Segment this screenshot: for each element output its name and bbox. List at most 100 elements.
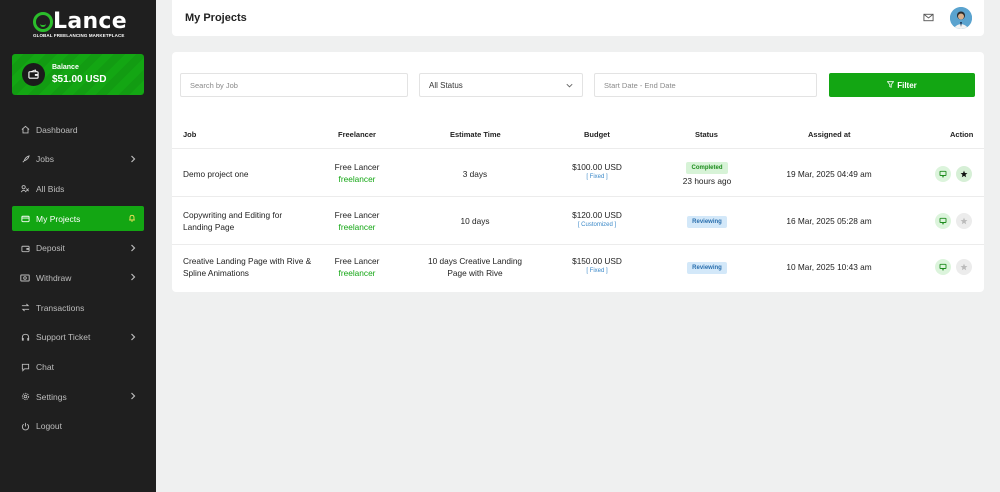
sidebar-item-deposit[interactable]: Deposit (12, 236, 144, 261)
assigned-at: 10 Mar, 2025 10:43 am (786, 262, 872, 272)
sidebar-item-jobs[interactable]: Jobs (12, 147, 144, 172)
budget-type: [ Customized ] (577, 222, 617, 228)
table-row: Demo project one Free Lancer freelancer … (172, 150, 984, 197)
filter-button[interactable]: Filter (829, 73, 975, 97)
chat-button[interactable] (935, 166, 951, 182)
budget-cell: $120.00 USD [ Customized ] (547, 209, 647, 229)
users-icon (20, 184, 30, 194)
freelancer-username[interactable]: freelancer (302, 267, 412, 279)
sidebar-item-label: Logout (36, 421, 62, 432)
headset-icon (20, 332, 30, 342)
chevron-down-icon (565, 81, 574, 92)
status-cell: Completed 23 hours ago (662, 160, 752, 187)
sidebar-item-settings[interactable]: Settings (12, 384, 144, 409)
review-button[interactable] (956, 213, 972, 229)
mail-icon[interactable] (923, 12, 935, 24)
review-button[interactable] (956, 166, 972, 182)
rocket-icon (20, 154, 30, 164)
sidebar-item-withdraw[interactable]: Withdraw (12, 265, 144, 290)
budget-cell: $150.00 USD [ Fixed ] (547, 255, 647, 275)
sidebar-item-label: Support Ticket (36, 332, 91, 343)
chevron-right-icon (130, 392, 136, 402)
column-header-estimate-time: Estimate Time (450, 130, 501, 139)
budget-cell: $100.00 USD [ Fixed ] (547, 161, 647, 181)
sidebar-item-chat[interactable]: Chat (12, 355, 144, 380)
wallet-icon (20, 243, 30, 253)
sidebar-item-label: Jobs (36, 154, 54, 165)
chevron-right-icon (130, 155, 136, 165)
chat-icon (20, 362, 30, 372)
star-icon (960, 170, 968, 178)
search-input[interactable] (180, 73, 408, 97)
sidebar-item-label: All Bids (36, 183, 65, 194)
sidebar-item-dashboard[interactable]: Dashboard (12, 117, 144, 142)
filter-button-label: Filter (897, 80, 917, 90)
budget-amount: $100.00 USD (572, 162, 622, 172)
sidebar-item-transactions[interactable]: Transactions (12, 295, 144, 320)
budget-type: [ Fixed ] (586, 268, 608, 274)
chevron-right-icon (130, 273, 136, 283)
status-select[interactable]: All Status (419, 73, 583, 97)
freelancer-username[interactable]: freelancer (302, 173, 412, 185)
message-icon (939, 263, 947, 271)
column-header-assigned-at: Assigned at (808, 130, 851, 139)
gear-icon (20, 392, 30, 402)
date-range-input[interactable] (594, 73, 817, 97)
chat-button[interactable] (935, 259, 951, 275)
review-button[interactable] (956, 259, 972, 275)
status-badge: Completed (686, 162, 728, 174)
sidebar-item-support-ticket[interactable]: Support Ticket (12, 325, 144, 350)
status-select-value: All Status (429, 80, 463, 90)
logout-icon (20, 421, 30, 431)
assigned-at: 19 Mar, 2025 04:49 am (786, 169, 872, 179)
budget-amount: $150.00 USD (572, 256, 622, 266)
sidebar: Lance GLOBAL FREELANCING MARKETPLACE Bal… (0, 0, 156, 492)
avatar[interactable] (950, 7, 972, 29)
brand-logo[interactable]: Lance GLOBAL FREELANCING MARKETPLACE (33, 9, 127, 40)
budget-amount: $120.00 USD (572, 210, 622, 220)
status-cell: Reviewing (662, 214, 752, 228)
sidebar-item-label: Withdraw (36, 272, 72, 283)
cash-icon (20, 273, 30, 283)
chat-button[interactable] (935, 213, 951, 229)
logo-mark-icon (33, 12, 53, 32)
status-badge: Reviewing (687, 216, 727, 228)
wallet-icon (22, 63, 45, 86)
bell-icon (128, 214, 136, 224)
sidebar-item-label: Transactions (36, 302, 85, 313)
chevron-right-icon (130, 333, 136, 343)
freelancer-cell: Free Lancer freelancer (302, 161, 412, 185)
balance-value: $51.00 USD (52, 74, 107, 85)
freelancer-cell: Free Lancer freelancer (302, 209, 412, 233)
funnel-icon (886, 80, 895, 90)
status-cell: Reviewing (662, 260, 752, 274)
column-header-freelancer: Freelancer (338, 130, 376, 139)
balance-card: Balance $51.00 USD (12, 54, 144, 95)
sidebar-nav: Dashboard Jobs All Bids My Projects Depo… (12, 117, 144, 444)
column-header-job: Job (183, 130, 197, 139)
sidebar-item-label: Dashboard (36, 124, 78, 135)
sidebar-item-label: My Projects (36, 213, 81, 224)
sidebar-item-logout[interactable]: Logout (12, 414, 144, 439)
exchange-icon (20, 303, 30, 313)
job-title: Copywriting and Editing for Landing Page (183, 210, 283, 232)
message-icon (939, 217, 947, 225)
assigned-at: 16 Mar, 2025 05:28 am (786, 216, 872, 226)
estimate-time: 10 days Creative Landing Page with Rive (427, 256, 523, 278)
freelancer-username[interactable]: freelancer (302, 221, 412, 233)
projects-card: All Status Filter Job Freelancer Estimat… (172, 52, 984, 292)
budget-type: [ Fixed ] (586, 174, 608, 180)
balance-label: Balance (52, 64, 79, 71)
table-header: Job Freelancer Estimate Time Budget Stat… (172, 118, 984, 149)
table-row: Creative Landing Page with Rive & Spline… (172, 244, 984, 291)
estimate-time: 3 days (462, 169, 488, 179)
estimate-time: 10 days (460, 216, 490, 226)
top-header: My Projects (172, 0, 984, 36)
sidebar-item-my-projects[interactable]: My Projects (12, 206, 144, 232)
sidebar-item-all-bids[interactable]: All Bids (12, 176, 144, 201)
freelancer-name: Free Lancer (334, 162, 380, 172)
column-header-action: Action (950, 130, 974, 139)
job-title: Demo project one (183, 169, 249, 179)
star-icon (960, 217, 968, 225)
logo-tagline: GLOBAL FREELANCING MARKETPLACE (33, 33, 125, 38)
